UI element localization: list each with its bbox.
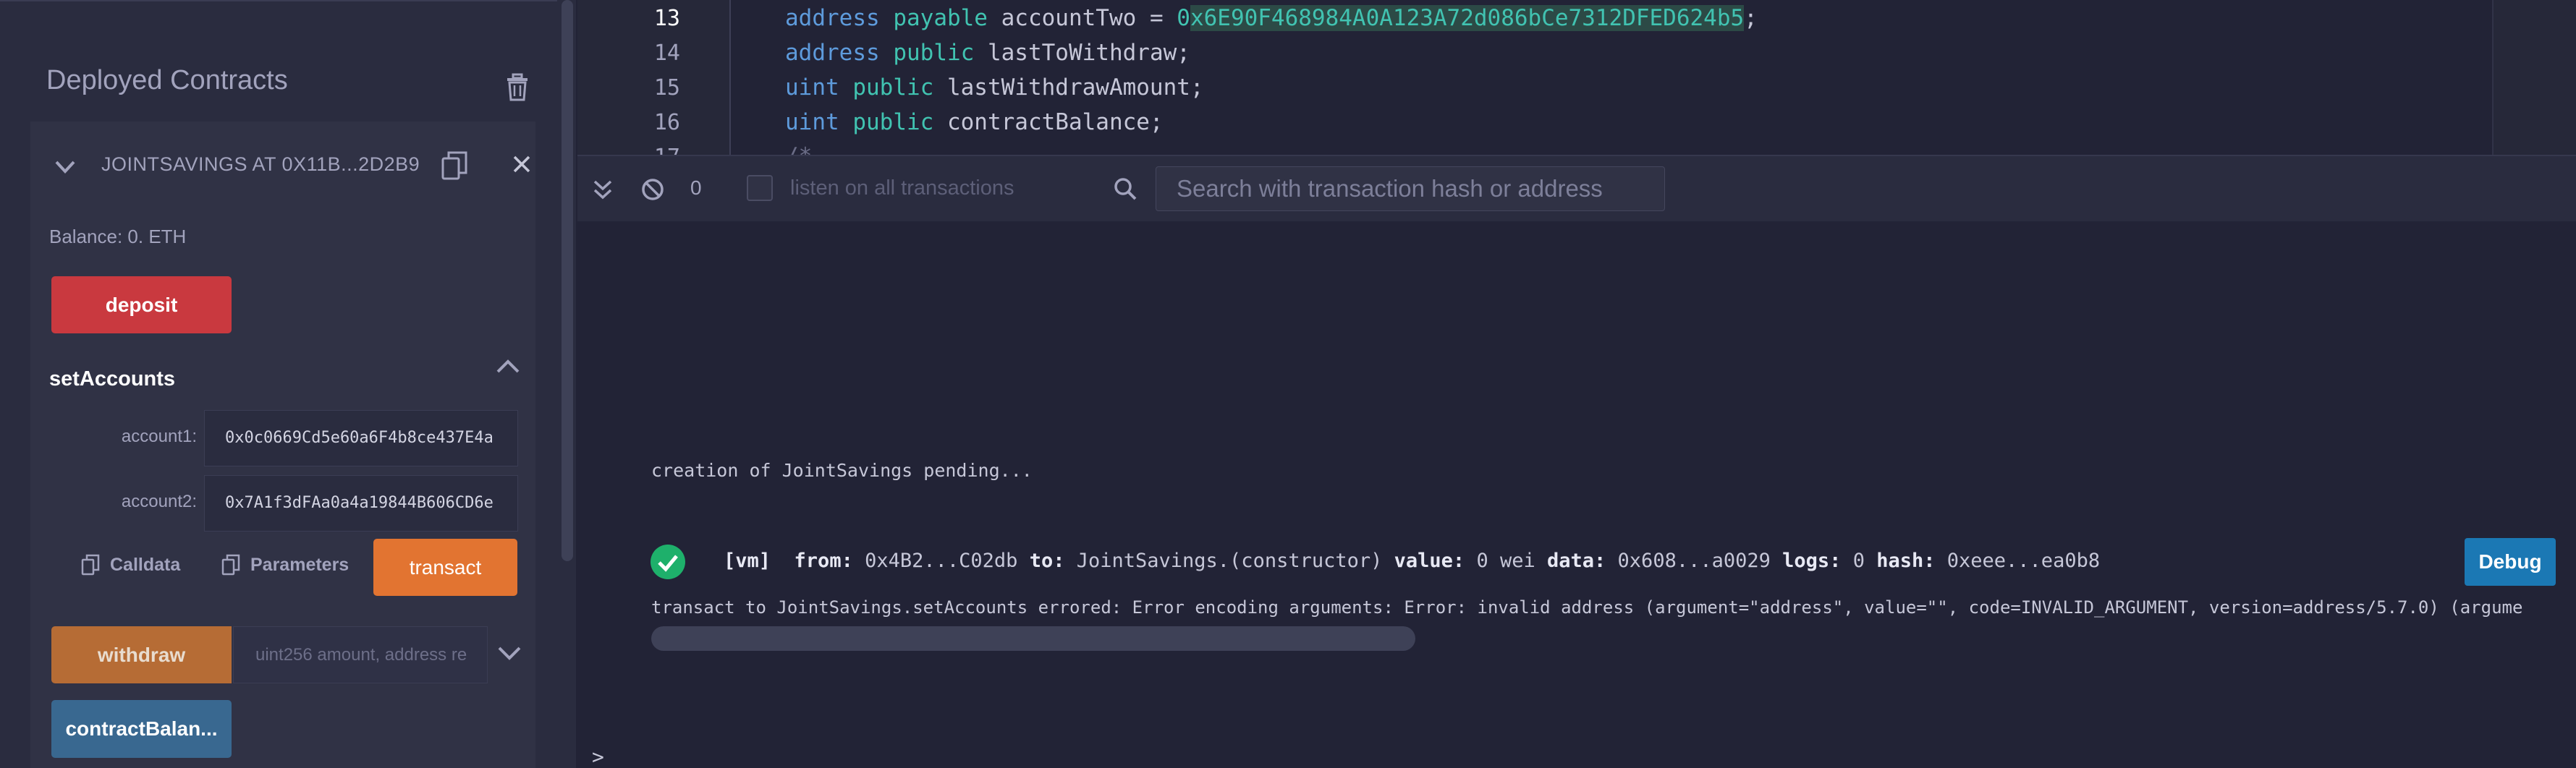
log-key: logs: (1782, 550, 1842, 572)
gutter-divider (729, 0, 731, 155)
code-token: public (852, 109, 934, 135)
log-key: hash: (1876, 550, 1936, 572)
deposit-button[interactable]: deposit (51, 276, 232, 333)
account1-input[interactable]: 0x0c0669Cd5e60a6F4b8ce437E4a (204, 410, 518, 466)
chevron-down-icon[interactable] (51, 152, 80, 181)
calldata-label: Calldata (110, 554, 181, 575)
account2-label: account2: (121, 492, 197, 511)
code-token: lastToWithdraw; (974, 40, 1190, 66)
copy-icon[interactable] (440, 150, 469, 182)
code-token: public (893, 40, 975, 66)
code-token: contractBalance; (933, 109, 1164, 135)
code-line: address payable accountTwo = 0x6E90F4689… (785, 5, 1758, 31)
vm-tag: [vm] (724, 550, 771, 572)
line-number: 14 (653, 40, 680, 66)
account1-label: account1: (121, 427, 197, 446)
account2-input[interactable]: 0x7A1f3dFAa0a4a19844B606CD6e (204, 475, 518, 532)
error-message: transact to JointSavings.setAccounts err… (651, 597, 2523, 618)
listen-checkbox[interactable] (747, 175, 773, 201)
copy-icon (81, 554, 100, 576)
trash-icon[interactable] (504, 72, 530, 101)
log-key: data: (1547, 550, 1606, 572)
code-line: uint public contractBalance; (785, 109, 1164, 135)
listen-label: listen on all transactions (790, 176, 1014, 200)
code-token: uint (785, 109, 839, 135)
log-key: value: (1394, 550, 1465, 572)
double-chevron-down-icon[interactable] (590, 178, 615, 202)
terminal-output (577, 221, 2576, 768)
withdraw-args-input[interactable]: uint256 amount, address re (233, 626, 488, 683)
close-icon[interactable] (511, 153, 533, 175)
code-token: accountTwo = (987, 5, 1177, 31)
debug-button[interactable]: Debug (2465, 538, 2556, 586)
log-value: 0x4B2...C02db (865, 550, 1018, 572)
chevron-up-icon[interactable] (492, 351, 524, 380)
code-token: public (852, 74, 934, 101)
log-value: 0 wei (1476, 550, 1535, 572)
deployed-contracts-title: Deployed Contracts (46, 65, 288, 95)
contract-balance-text: Balance: 0. ETH (49, 226, 187, 247)
highlighted-address: x6E90F468984A0A123A72d086bCe7312DFED624b… (1190, 5, 1745, 31)
copy-parameters-button[interactable]: Parameters (221, 554, 349, 576)
log-value: JointSavings.(constructor) (1076, 550, 1383, 572)
log-key: from: (794, 550, 853, 572)
transaction-log-line[interactable]: [vm] from: 0x4B2...C02db to: JointSaving… (724, 550, 2100, 572)
pending-tx-count: 0 (690, 176, 702, 199)
editor-minimap[interactable] (2492, 0, 2576, 155)
terminal-prompt[interactable]: > (592, 745, 604, 768)
code-token: ; (1744, 5, 1758, 31)
withdraw-button[interactable]: withdraw (51, 626, 232, 683)
panel-scrollbar[interactable] (562, 0, 573, 561)
copy-icon (221, 554, 240, 576)
code-token: address (785, 40, 880, 66)
parameters-label: Parameters (250, 554, 349, 575)
line-number: 13 (653, 6, 680, 31)
code-line: /* (785, 143, 812, 155)
pending-message: creation of JointSavings pending... (651, 460, 1033, 481)
code-token: uint (785, 74, 839, 101)
copy-calldata-button[interactable]: Calldata (81, 554, 180, 576)
line-number: 15 (653, 75, 680, 101)
line-number: 17 (615, 145, 680, 155)
chevron-down-icon[interactable] (495, 641, 524, 667)
log-value: 0x608...a0029 (1617, 550, 1771, 572)
code-token: address (785, 5, 880, 31)
clear-console-icon[interactable] (641, 178, 664, 201)
log-key: to: (1029, 550, 1065, 572)
code-token: 0 (1177, 5, 1190, 31)
terminal-horizontal-scrollbar[interactable] (651, 626, 1415, 651)
code-token: lastWithdrawAmount; (933, 74, 1204, 101)
log-value: 0 (1852, 550, 1865, 572)
search-icon (1114, 178, 1137, 200)
contract-instance-title: JOINTSAVINGS AT 0X11B...2D2B9 (101, 153, 420, 175)
contract-balance-button[interactable]: contractBalan... (51, 700, 232, 758)
panel-top-divider (0, 0, 563, 1)
transact-button[interactable]: transact (373, 539, 517, 596)
transaction-search-input[interactable]: Search with transaction hash or address (1156, 166, 1665, 211)
line-number: 16 (653, 110, 680, 135)
success-check-icon (651, 545, 685, 579)
code-line: uint public lastWithdrawAmount; (785, 74, 1204, 101)
code-token: payable (893, 5, 988, 31)
set-accounts-label: setAccounts (49, 367, 176, 391)
code-line: address public lastToWithdraw; (785, 40, 1190, 66)
log-value: 0xeee...ea0b8 (1946, 550, 2101, 572)
